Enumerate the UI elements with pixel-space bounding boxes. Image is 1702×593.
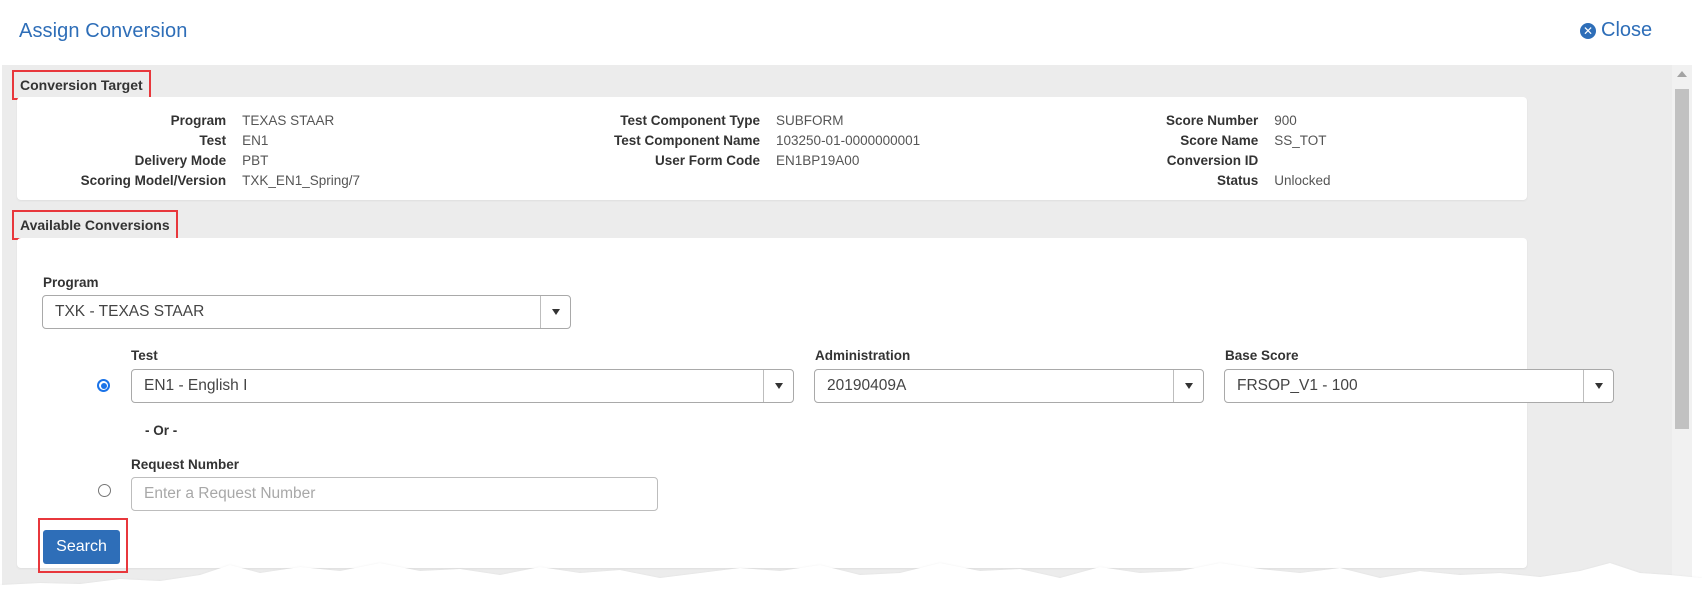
caret-down-icon	[1173, 370, 1203, 402]
label-score-number: Score Number	[1166, 113, 1259, 128]
label-user-form-code: User Form Code	[654, 153, 761, 168]
value-score-name: SS_TOT	[1274, 133, 1327, 148]
label-scoring-model: Scoring Model/Version	[80, 173, 227, 188]
target-column-1: Program TEXAS STAAR Test EN1 Delivery Mo…	[81, 113, 360, 190]
caret-down-icon	[540, 296, 570, 328]
dialog-header: Assign Conversion ✕ Close	[0, 0, 1702, 62]
value-program: TEXAS STAAR	[242, 113, 335, 128]
request-number-label: Request Number	[131, 457, 240, 472]
scroll-up-arrow-icon[interactable]	[1677, 71, 1687, 77]
label-delivery-mode: Delivery Mode	[134, 153, 227, 168]
administration-label: Administration	[815, 348, 911, 363]
value-scoring-model: TXK_EN1_Spring/7	[242, 173, 360, 188]
caret-down-icon	[763, 370, 793, 402]
available-conversions-card	[17, 238, 1527, 568]
scrollbar-thumb[interactable]	[1675, 89, 1689, 429]
available-conversions-heading: Available Conversions	[12, 210, 178, 240]
value-status: Unlocked	[1274, 173, 1331, 188]
request-number-input[interactable]	[131, 477, 658, 511]
vertical-scrollbar[interactable]	[1672, 65, 1692, 593]
administration-select[interactable]: 20190409A	[814, 369, 1204, 403]
caret-down-icon	[1583, 370, 1613, 402]
program-label: Program	[43, 275, 99, 290]
torn-edge-decoration	[0, 563, 1702, 593]
label-test-component-type: Test Component Type	[620, 113, 761, 128]
program-select[interactable]: TXK - TEXAS STAAR	[42, 295, 571, 329]
or-separator: - Or -	[145, 423, 178, 438]
target-column-2: Test Component Type SUBFORM Test Compone…	[614, 113, 920, 170]
conversion-target-card: Program TEXAS STAAR Test EN1 Delivery Mo…	[17, 97, 1527, 200]
conversion-target-heading: Conversion Target	[12, 70, 151, 100]
value-test-component-name: 103250-01-0000000001	[776, 133, 921, 148]
value-user-form-code: EN1BP19A00	[776, 153, 860, 168]
test-label: Test	[131, 348, 158, 363]
close-label: Close	[1601, 19, 1653, 41]
close-button[interactable]: ✕ Close	[1580, 19, 1652, 42]
torn-edge-paper	[0, 563, 1702, 593]
test-select-value: EN1 - English I	[144, 377, 248, 394]
label-program: Program	[170, 113, 227, 128]
label-score-name: Score Name	[1180, 133, 1259, 148]
test-select[interactable]: EN1 - English I	[131, 369, 794, 403]
test-radio[interactable]	[97, 379, 110, 392]
administration-select-value: 20190409A	[827, 377, 907, 394]
base-score-select-value: FRSOP_V1 - 100	[1237, 377, 1358, 394]
target-column-3: Score Number 900 Score Name SS_TOT Conve…	[1166, 113, 1331, 190]
value-test-component-type: SUBFORM	[776, 113, 844, 128]
label-test: Test	[199, 133, 227, 148]
label-test-component-name: Test Component Name	[614, 133, 761, 148]
program-select-value: TXK - TEXAS STAAR	[55, 303, 205, 320]
label-status: Status	[1217, 173, 1259, 188]
circle-x-icon: ✕	[1580, 22, 1596, 39]
dialog-title: Assign Conversion	[19, 20, 188, 42]
request-number-radio[interactable]	[98, 484, 111, 497]
base-score-label: Base Score	[1225, 348, 1299, 363]
value-conversion-id	[1274, 153, 1330, 170]
value-delivery-mode: PBT	[242, 153, 269, 168]
value-score-number: 900	[1274, 113, 1297, 128]
value-test: EN1	[242, 133, 269, 148]
base-score-select[interactable]: FRSOP_V1 - 100	[1224, 369, 1614, 403]
label-conversion-id: Conversion ID	[1166, 153, 1259, 168]
